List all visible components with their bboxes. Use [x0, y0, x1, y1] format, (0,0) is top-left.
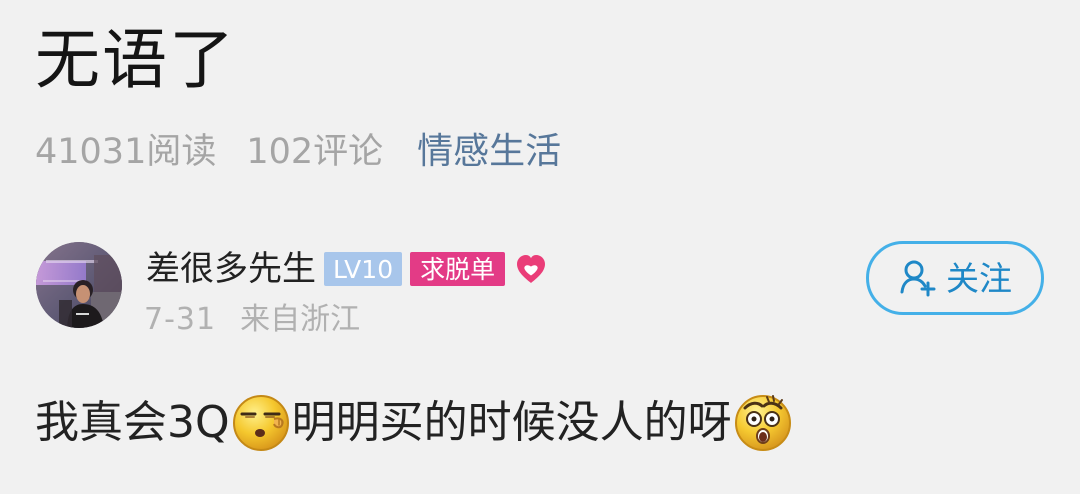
author-submeta: 7-31 来自浙江	[144, 302, 360, 338]
tag-badge: 求脱单	[410, 252, 506, 286]
shocked-face-emoji-icon	[734, 394, 792, 452]
level-badge: LV10	[324, 252, 403, 286]
category-link[interactable]: 情感生活	[417, 134, 561, 170]
follow-button[interactable]: 关注	[866, 241, 1044, 315]
post-detail: 无语了 41031阅读 102评论 情感生活 差很多先生 LV10 求脱单 7-…	[0, 0, 1080, 494]
heart-icon	[513, 252, 548, 286]
post-content-part-1: 我真会3Q	[35, 397, 230, 448]
author-line: 差很多先生 LV10 求脱单	[146, 247, 548, 291]
sleepy-face-emoji-icon	[232, 394, 290, 452]
post-title: 无语了	[35, 23, 237, 98]
add-user-icon	[898, 259, 936, 297]
post-content-part-2: 明明买的时候没人的呀	[291, 397, 732, 448]
author-name[interactable]: 差很多先生	[146, 252, 316, 286]
post-content: 我真会3Q 明明买的时候没人的呀	[35, 390, 794, 456]
post-time: 7-31	[144, 302, 217, 337]
post-meta: 41031阅读 102评论 情感生活	[35, 128, 561, 176]
comment-count[interactable]: 102评论	[246, 134, 383, 170]
author-avatar[interactable]	[36, 242, 122, 328]
post-location: 来自浙江	[240, 302, 361, 337]
follow-label: 关注	[946, 258, 1012, 298]
read-count: 41031阅读	[35, 131, 217, 172]
